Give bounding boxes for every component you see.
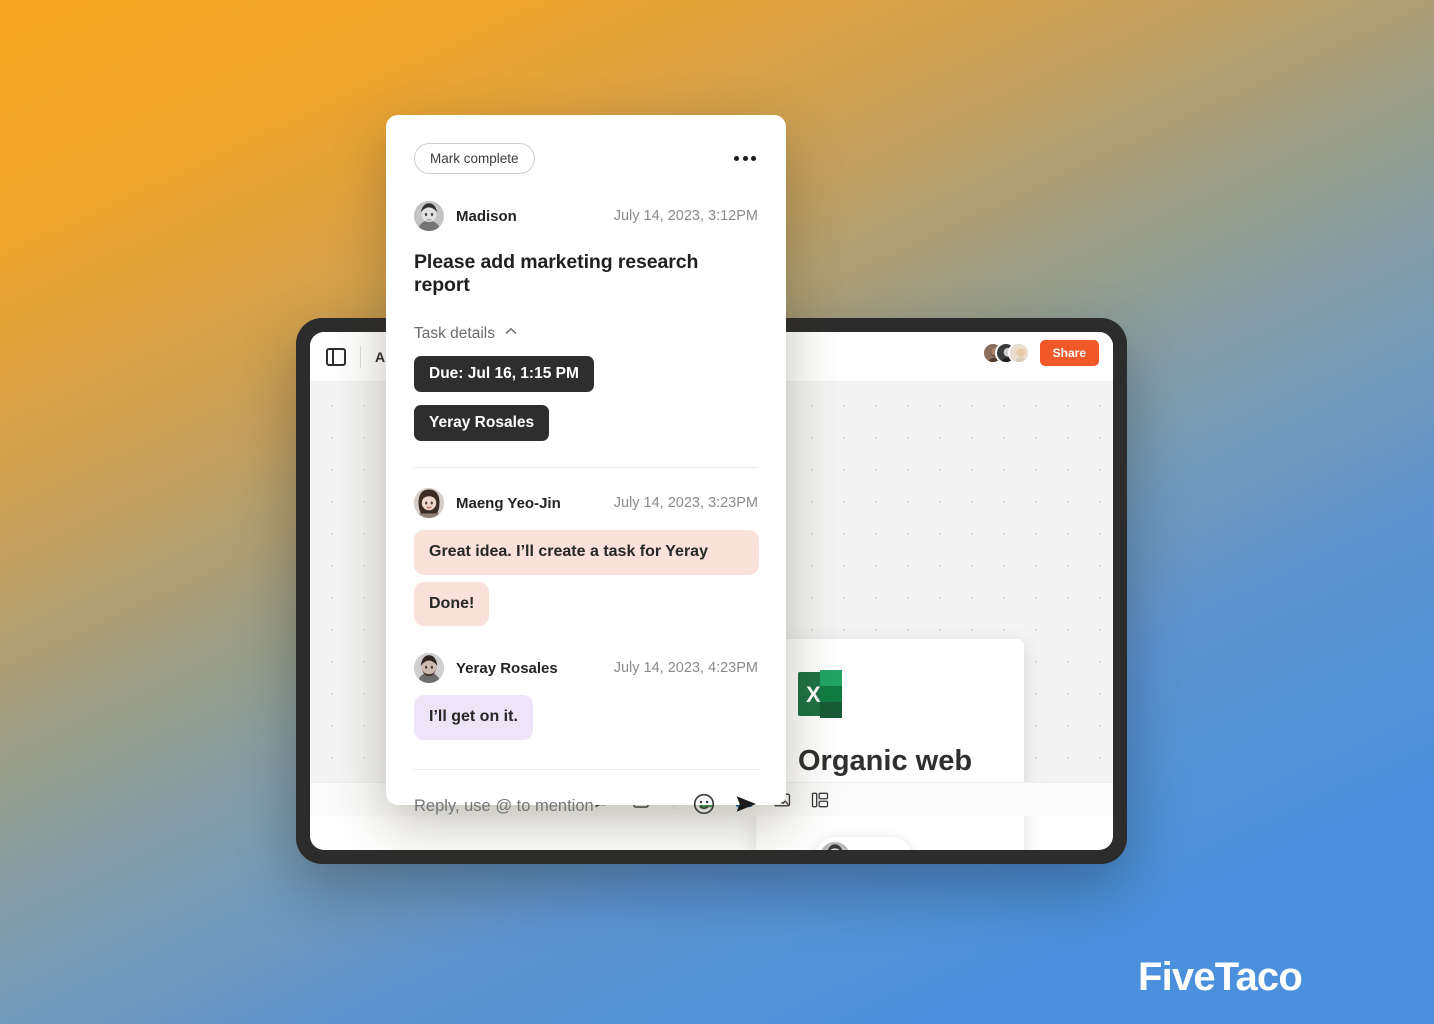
collaborator-avatars[interactable]	[981, 342, 1030, 364]
report-card[interactable]: X Organic web traffic report	[756, 639, 1024, 850]
reply-row	[414, 770, 758, 821]
header-divider	[360, 345, 361, 368]
assignee-chip-wrap: Yeray Rosales	[414, 405, 758, 441]
task-details-label: Task details	[414, 324, 495, 342]
message-author: Yeray Rosales	[456, 659, 558, 677]
avatar[interactable]	[1007, 342, 1030, 364]
header-right-group: Share	[981, 340, 1099, 366]
emoji-smiley-icon[interactable]	[692, 792, 716, 821]
due-date-chip[interactable]: Due: Jul 16, 1:15 PM	[414, 356, 594, 392]
due-date-chip-wrap: Due: Jul 16, 1:15 PM	[414, 356, 758, 392]
task-badge[interactable]: Task	[815, 837, 912, 850]
svg-text:X: X	[806, 682, 821, 707]
reply-input[interactable]	[414, 797, 692, 817]
message-author: Maeng Yeo-Jin	[456, 494, 561, 512]
divider	[414, 467, 758, 468]
task-details-toggle[interactable]: Task details	[414, 324, 758, 343]
message-timestamp: July 14, 2023, 3:12PM	[613, 208, 758, 224]
mark-complete-button[interactable]: Mark complete	[414, 143, 535, 174]
avatar[interactable]	[414, 488, 444, 518]
poster-canvas: All p	[0, 0, 1434, 1024]
message-header: Madison July 14, 2023, 3:12PM	[414, 201, 758, 231]
share-button[interactable]: Share	[1039, 340, 1099, 366]
message-bubble[interactable]: Great idea. I’ll create a task for Yeray	[414, 530, 759, 575]
reply-icon-group	[692, 792, 758, 821]
message-bubble-group: I’ll get on it.	[414, 695, 758, 741]
message-bubble[interactable]: I’ll get on it.	[414, 695, 533, 741]
message-timestamp: July 14, 2023, 3:23PM	[613, 495, 758, 511]
assignee-chip[interactable]: Yeray Rosales	[414, 405, 550, 441]
avatar	[820, 842, 850, 850]
task-badge-label: Task	[858, 847, 896, 850]
send-paper-plane-icon[interactable]	[734, 792, 758, 821]
message-item: Yeray Rosales July 14, 2023, 4:23PM I’ll…	[414, 653, 758, 741]
root-message: Madison July 14, 2023, 3:12PM Please add…	[414, 201, 758, 297]
message-bubble-group: Great idea. I’ll create a task for Yeray…	[414, 530, 759, 627]
watermark-logo: FiveTaco	[1137, 955, 1303, 999]
message-header: Maeng Yeo-Jin July 14, 2023, 3:23PM	[414, 488, 758, 518]
panel-topbar: Mark complete	[414, 115, 758, 174]
message-header: Yeray Rosales July 14, 2023, 4:23PM	[414, 653, 758, 684]
task-title: Please add marketing research report	[414, 251, 699, 296]
avatar[interactable]	[414, 653, 444, 684]
excel-icon: X	[798, 670, 842, 723]
avatar[interactable]	[414, 201, 444, 231]
layout-grid-icon[interactable]	[810, 790, 830, 810]
chevron-up-icon	[504, 324, 518, 343]
message-item: Maeng Yeo-Jin July 14, 2023, 3:23PM Grea…	[414, 488, 759, 627]
task-comment-panel: Mark complete Madison July 14, 2023, 3:1…	[386, 115, 786, 817]
message-timestamp: July 14, 2023, 4:23PM	[613, 660, 758, 677]
message-author: Madison	[456, 207, 517, 225]
sidebar-toggle-icon[interactable]	[326, 347, 346, 366]
more-options-icon[interactable]	[732, 150, 758, 167]
message-bubble[interactable]: Done!	[414, 581, 490, 627]
